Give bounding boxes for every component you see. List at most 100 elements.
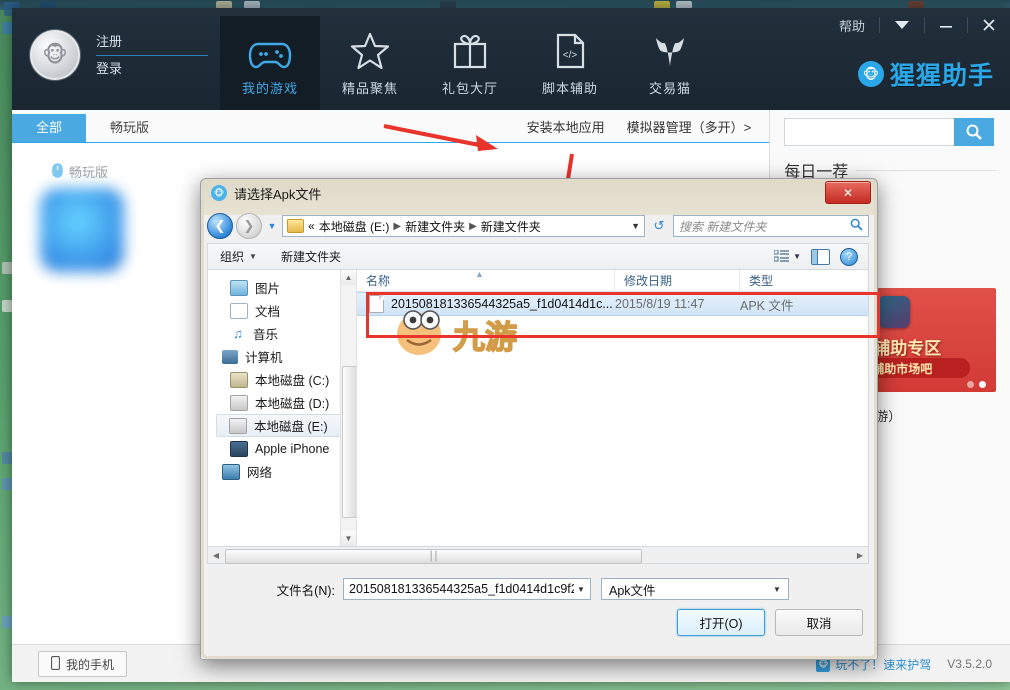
new-folder-button[interactable]: 新建文件夹 [269, 248, 353, 265]
dialog-command-bar: 组织 ▼ 新建文件夹 ▼ ? [207, 243, 869, 269]
nav-label: 我的游戏 [242, 78, 298, 97]
search-input[interactable] [784, 118, 954, 146]
chevron-down-icon[interactable]: ▼ [631, 221, 640, 231]
nav-item-featured[interactable]: 精品聚焦 [320, 16, 420, 110]
sort-ascending-icon: ▲ [475, 270, 484, 279]
file-name-cell: 201508181336544325a5_f1d0414d1c... [357, 295, 615, 313]
scroll-left-icon[interactable]: ◀ [208, 551, 224, 560]
back-arrow-icon[interactable]: ❮ [207, 213, 233, 239]
brand-logo: 🐵 猩猩助手 [858, 56, 994, 92]
chevron-down-icon[interactable]: ▼ [574, 585, 588, 594]
scrollbar-track[interactable]: ⎮⎮ [225, 549, 851, 562]
banner-dots[interactable] [967, 381, 986, 388]
table-row[interactable]: 201508181336544325a5_f1d0414d1c... 2015/… [357, 292, 868, 316]
file-icon [369, 295, 384, 313]
close-icon[interactable] [968, 8, 1010, 42]
column-label: 名称 [366, 272, 390, 289]
nav-label: 脚本辅助 [542, 78, 598, 97]
column-header-name[interactable]: 名称 ▲ [357, 270, 615, 291]
drive-icon [230, 395, 248, 411]
dialog-title: 请选择Apk文件 [234, 184, 321, 203]
dialog-close-button[interactable]: ✕ [825, 181, 871, 204]
avatar[interactable]: 🐵 [30, 30, 80, 80]
place-pictures[interactable]: 图片 [208, 276, 356, 299]
file-list-pane: 名称 ▲ 修改日期 类型 201508181336544325a5_f1d041… [356, 270, 868, 546]
monkey-logo-icon: 🐵 [858, 61, 884, 87]
minimize-icon[interactable] [925, 8, 967, 42]
place-drive-c[interactable]: 本地磁盘 (C:) [208, 368, 356, 391]
help-circle-icon[interactable]: ? [840, 248, 858, 266]
install-local-app-button[interactable]: 安装本地应用 [515, 113, 617, 140]
drive-icon [229, 418, 247, 434]
login-link[interactable]: 登录 [96, 58, 208, 80]
cancel-button[interactable]: 取消 [775, 609, 863, 636]
forward-arrow-icon[interactable]: ❯ [236, 213, 262, 239]
mouse-icon [52, 163, 63, 181]
banner-app-icon [878, 296, 910, 328]
breadcrumb-item-folder1[interactable]: 新建文件夹 [405, 218, 465, 235]
network-icon [222, 464, 240, 480]
my-phone-button[interactable]: 我的手机 [38, 651, 127, 677]
tab-all[interactable]: 全部 [12, 114, 86, 142]
scroll-right-icon[interactable]: ▶ [852, 551, 868, 560]
places-sidebar: 图片 文档 ♫ 音乐 计算机 本地磁盘 (C:) 本地磁盘 (D:) [208, 270, 356, 546]
breadcrumb-item-drive[interactable]: 本地磁盘 (E:) [319, 218, 390, 235]
game-tile-icon[interactable] [40, 188, 124, 272]
filename-input[interactable]: 201508181336544325a5_f1d0414d1c9f2 ▼ [343, 578, 591, 600]
scroll-up-icon[interactable]: ▲ [341, 270, 356, 285]
scroll-down-icon[interactable]: ▼ [341, 531, 356, 546]
place-apple-iphone[interactable]: Apple iPhone [208, 437, 356, 460]
preview-pane-icon[interactable] [811, 249, 830, 265]
place-documents[interactable]: 文档 [208, 299, 356, 322]
places-scrollbar[interactable]: ▲ ▼ [340, 270, 356, 546]
nav-item-script[interactable]: </> 脚本辅助 [520, 16, 620, 110]
breadcrumb[interactable]: « 本地磁盘 (E:) ▶ 新建文件夹 ▶ 新建文件夹 ▼ [282, 215, 645, 237]
iphone-icon [230, 441, 248, 457]
banner-dot[interactable] [967, 381, 974, 388]
column-header-modified[interactable]: 修改日期 [615, 270, 740, 291]
file-list-hscrollbar[interactable]: ◀ ⎮⎮ ▶ [207, 547, 869, 564]
file-open-dialog: 🐵 请选择Apk文件 ✕ ❮ ❯ ▼ « 本地磁盘 (E:) ▶ 新建文件夹 ▶… [200, 178, 878, 660]
chevron-down-icon[interactable] [880, 8, 924, 42]
view-list-icon[interactable]: ▼ [774, 250, 801, 263]
account-links: 注册 登录 [96, 31, 208, 80]
emulator-manage-link[interactable]: 模拟器管理（多开）> [621, 113, 758, 140]
chevron-down-icon: ▼ [249, 252, 257, 261]
refresh-icon[interactable]: ↺ [648, 215, 670, 237]
place-music[interactable]: ♫ 音乐 [208, 322, 356, 345]
open-button[interactable]: 打开(O) [677, 609, 765, 636]
filename-label: 文件名(N): [207, 580, 343, 599]
chevron-down-icon: ▼ [793, 252, 801, 261]
chevron-down-icon[interactable]: ▼ [770, 585, 784, 594]
version-label: V3.5.2.0 [947, 657, 992, 671]
nav-item-my-games[interactable]: 我的游戏 [220, 16, 320, 110]
place-label: 图片 [255, 278, 280, 297]
place-computer[interactable]: 计算机 [208, 345, 356, 368]
dialog-search-placeholder: 搜索 新建文件夹 [679, 218, 850, 235]
tab-changwan[interactable]: 畅玩版 [86, 114, 173, 142]
search-icon[interactable] [954, 118, 994, 146]
register-link[interactable]: 注册 [96, 31, 208, 53]
column-header-type[interactable]: 类型 [740, 270, 850, 291]
command-bar-right: ▼ ? [774, 248, 868, 266]
place-drive-e[interactable]: 本地磁盘 (E:) [216, 414, 352, 437]
divider [856, 170, 996, 171]
dialog-search-box[interactable]: 搜索 新建文件夹 [673, 215, 869, 237]
history-chevron-down-icon[interactable]: ▼ [265, 214, 279, 238]
phone-icon [51, 656, 60, 673]
svg-text:</>: </> [563, 50, 578, 61]
music-icon: ♫ [230, 327, 246, 341]
place-network[interactable]: 网络 [208, 460, 356, 483]
nav-item-trade-cat[interactable]: 交易猫 [620, 16, 720, 110]
filetype-select[interactable]: Apk文件 ▼ [601, 578, 789, 600]
banner-dot-active[interactable] [979, 381, 986, 388]
search-bar [784, 118, 994, 146]
nav-item-giftbox[interactable]: 礼包大厅 [420, 16, 520, 110]
scrollbar-thumb[interactable] [342, 366, 356, 518]
breadcrumb-item-folder2[interactable]: 新建文件夹 [481, 218, 541, 235]
organize-menu[interactable]: 组织 ▼ [208, 248, 269, 265]
place-drive-d[interactable]: 本地磁盘 (D:) [208, 391, 356, 414]
filetype-value: Apk文件 [609, 580, 770, 599]
help-button[interactable]: 帮助 [825, 8, 879, 42]
scrollbar-thumb[interactable]: ⎮⎮ [225, 549, 642, 564]
